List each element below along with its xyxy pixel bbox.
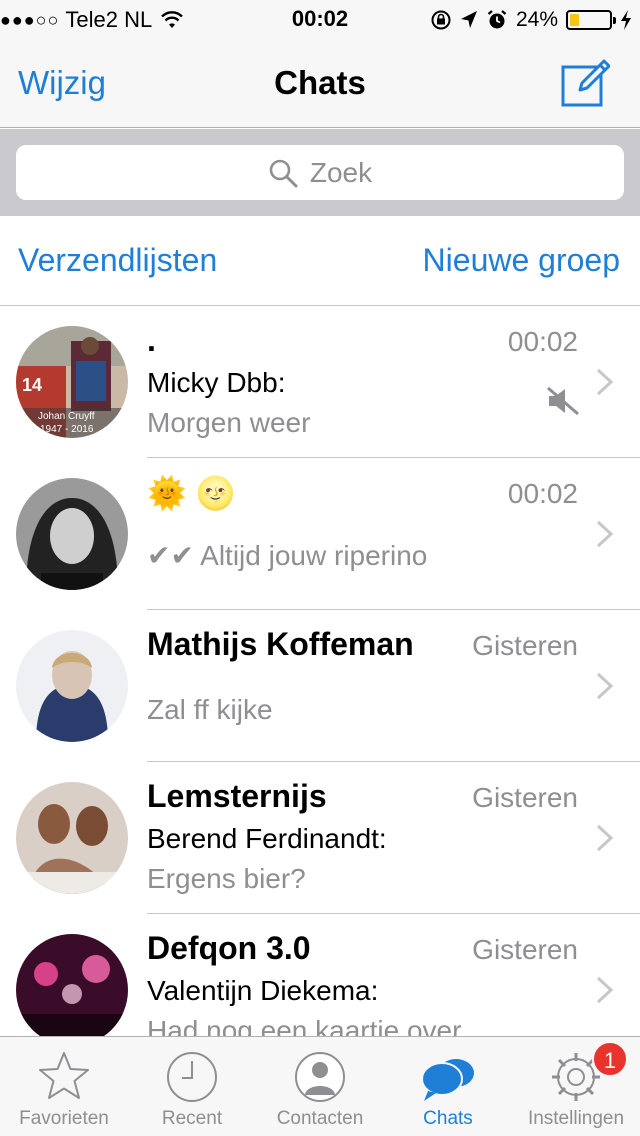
search-placeholder: Zoek: [309, 156, 373, 188]
tab-label: Contacten: [276, 1108, 364, 1129]
chat-message: Ergens bier?: [147, 863, 306, 894]
battery-icon: [566, 10, 616, 30]
battery-percent: 24%: [515, 8, 558, 31]
tab-label: Instellingen: [527, 1108, 625, 1129]
avatar: [16, 934, 128, 1036]
chat-list: 14 Johan Cruyff 1947 - 2016 . 00:02 Mick…: [0, 306, 640, 1036]
tab-label: Chats: [423, 1108, 473, 1129]
tab-settings[interactable]: 1 Instellingen: [512, 1037, 640, 1136]
notification-badge: 1: [592, 1041, 628, 1077]
chat-time: Gisteren: [472, 934, 578, 965]
avatar-years: 1947 - 2016: [40, 424, 94, 435]
broadcast-lists-button[interactable]: Verzendlijsten: [18, 242, 217, 279]
charging-icon: [621, 10, 631, 30]
compose-icon[interactable]: [560, 58, 610, 108]
chat-time: Gisteren: [472, 630, 578, 661]
chat-bubbles-icon: [421, 1059, 474, 1101]
avatar-image: [16, 478, 128, 590]
avatar-caption: Johan Cruyff: [38, 411, 95, 422]
avatar: 14 Johan Cruyff 1947 - 2016: [16, 326, 128, 438]
chat-time: 00:02: [507, 326, 578, 357]
chat-sender: Valentijn Diekema:: [147, 975, 379, 1006]
chat-time: 00:02: [507, 478, 578, 509]
new-group-button[interactable]: Nieuwe groep: [423, 242, 620, 279]
chat-row[interactable]: Mathijs Koffeman Gisteren Zal ff kijke: [0, 610, 640, 762]
tab-label: Recent: [161, 1108, 223, 1129]
chat-name: Mathijs Koffeman: [147, 626, 414, 662]
chevron-right-icon: [596, 520, 614, 548]
clock-icon: [167, 1052, 217, 1102]
muted-icon: [547, 386, 579, 416]
chat-time: Gisteren: [472, 782, 578, 813]
battery-level: [570, 14, 579, 26]
chevron-right-icon: [596, 368, 614, 396]
chat-name: Lemsternijs: [147, 778, 327, 814]
avatar-image: [16, 782, 128, 894]
avatar: [16, 782, 128, 894]
contact-icon: [295, 1052, 345, 1102]
tab-chats[interactable]: Chats: [384, 1037, 512, 1136]
avatar-number: 14: [22, 375, 42, 395]
avatar: [16, 478, 128, 590]
chat-row[interactable]: Defqon 3.0 Gisteren Valentijn Diekema: H…: [0, 914, 640, 1036]
chat-row[interactable]: 14 Johan Cruyff 1947 - 2016 . 00:02 Mick…: [0, 306, 640, 458]
chat-message: Morgen weer: [147, 407, 311, 438]
rotation-lock-icon: [431, 10, 451, 30]
tab-favorites[interactable]: Favorieten: [0, 1037, 128, 1136]
chat-row[interactable]: Lemsternijs Gisteren Berend Ferdinandt: …: [0, 762, 640, 914]
tab-label: Favorieten: [19, 1108, 109, 1129]
chat-message: Zal ff kijke: [147, 694, 273, 725]
chat-name: Defqon 3.0: [147, 930, 311, 966]
tab-bar: Favorieten Recent Contacten Chats 1 Inst…: [0, 1036, 640, 1136]
alarm-icon: [487, 10, 507, 29]
avatar-image: [16, 630, 128, 742]
chevron-right-icon: [596, 672, 614, 700]
page-title: Chats: [274, 64, 366, 101]
chevron-right-icon: [596, 824, 614, 852]
lists-row: Verzendlijsten Nieuwe groep: [0, 216, 640, 306]
search-bar: Zoek: [0, 129, 640, 216]
chat-name: .: [147, 322, 156, 358]
location-icon: [460, 11, 477, 28]
star-icon: [39, 1052, 89, 1099]
chat-name: 🌞 🌝: [147, 475, 236, 511]
avatar: [16, 630, 128, 742]
chat-sender: Berend Ferdinandt:: [147, 823, 387, 854]
status-bar: ●●●○○ Tele2 NL 00:02 24%: [0, 0, 640, 40]
avatar-image: 14 Johan Cruyff 1947 - 2016: [16, 326, 128, 438]
tab-recent[interactable]: Recent: [128, 1037, 256, 1136]
tab-contacts[interactable]: Contacten: [256, 1037, 384, 1136]
status-right: 24%: [430, 8, 632, 32]
chat-message: ✔✔ Altijd jouw riperino: [147, 540, 428, 571]
chat-message: Had nog een kaartje over: [147, 1015, 462, 1036]
search-input[interactable]: Zoek: [16, 145, 624, 200]
avatar-image: [16, 934, 128, 1036]
navigation-bar: Wijzig Chats: [0, 40, 640, 128]
chevron-right-icon: [596, 976, 614, 1004]
chat-sender: Micky Dbb:: [147, 367, 286, 398]
search-icon: [269, 159, 298, 187]
chat-row[interactable]: 🌞 🌝 00:02 ✔✔ Altijd jouw riperino: [0, 458, 640, 610]
